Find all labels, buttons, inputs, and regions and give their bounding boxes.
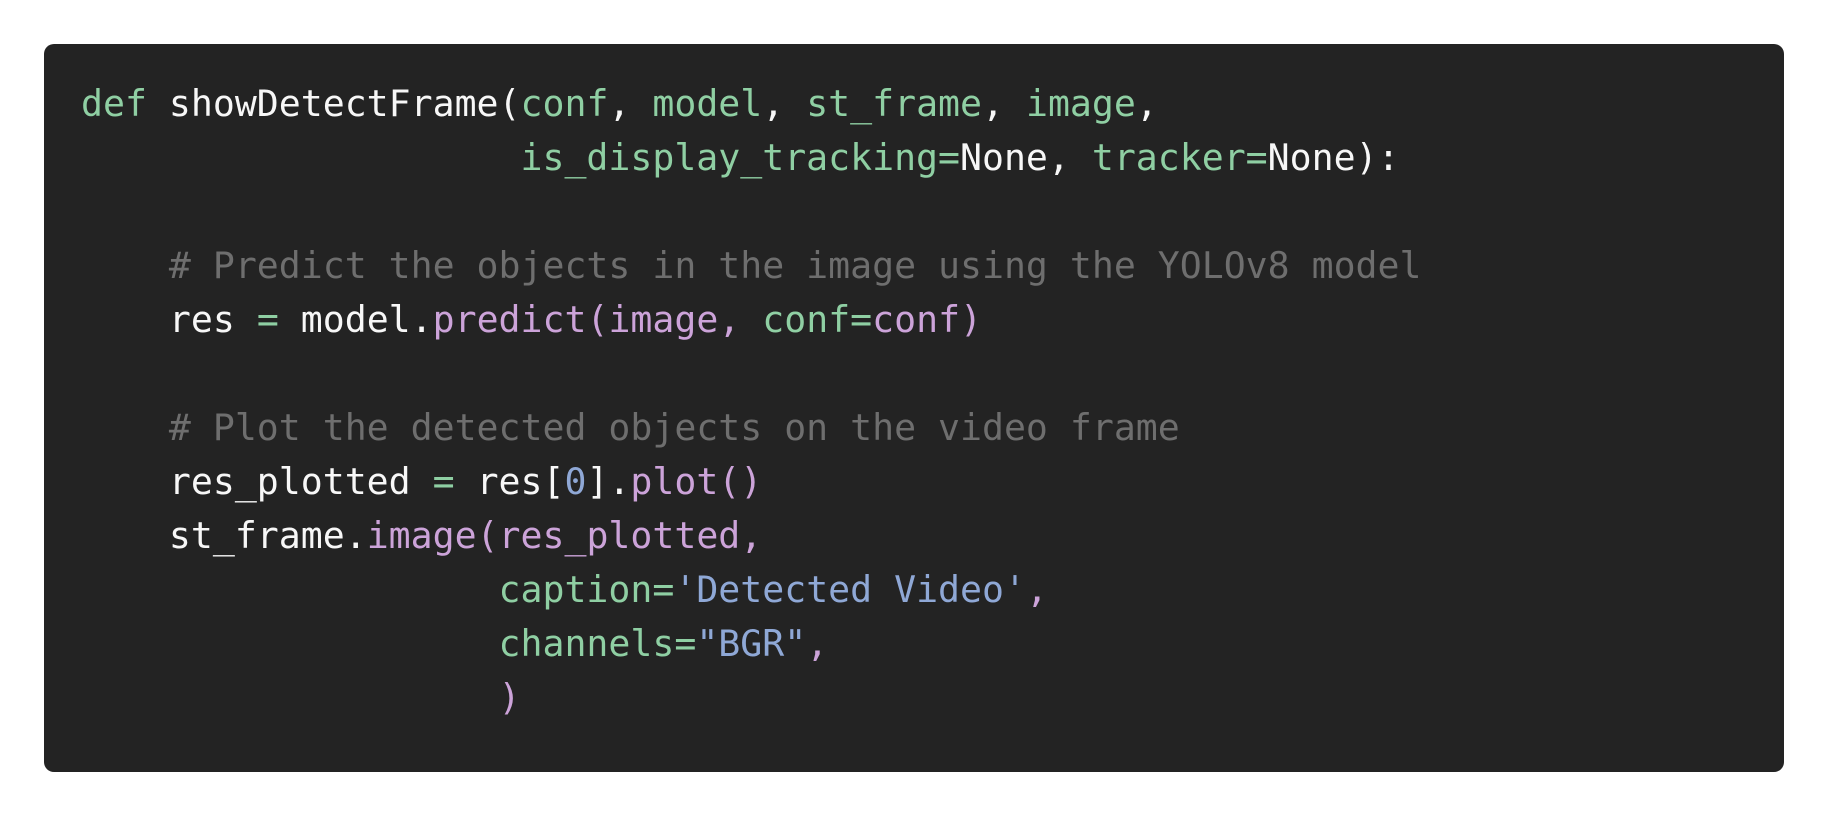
code-token: ,	[608, 82, 653, 125]
code-token: conf=	[762, 298, 873, 341]
code-token: # Plot the detected objects on the video…	[81, 406, 1180, 449]
code-block: def showDetectFrame(conf, model, st_fram…	[44, 44, 1784, 772]
code-token: None	[1267, 136, 1356, 179]
code-token: tracker=	[1091, 136, 1268, 179]
code-token: ].	[586, 460, 631, 503]
code-token: showDetectFrame(	[146, 82, 521, 125]
code-token: image(	[366, 514, 499, 557]
code-token: ,	[1047, 136, 1092, 179]
code-line: def showDetectFrame(conf, model, st_fram…	[81, 77, 1421, 131]
code-line: res_plotted = res[0].plot()	[81, 455, 1421, 509]
code-token: def	[81, 82, 147, 125]
code-content: def showDetectFrame(conf, model, st_fram…	[81, 77, 1421, 725]
code-token: image	[1025, 82, 1136, 125]
code-line: # Plot the detected objects on the video…	[81, 401, 1421, 455]
code-token: ,	[718, 298, 763, 341]
code-token: =	[256, 298, 279, 341]
code-token: plot()	[630, 460, 763, 503]
code-token: ,	[806, 622, 829, 665]
code-token: res_plotted,	[498, 514, 763, 557]
code-token: =	[432, 460, 455, 503]
code-token: ,	[1135, 82, 1158, 125]
code-token: channels=	[498, 622, 697, 665]
code-token: res[	[454, 460, 565, 503]
code-line: res = model.predict(image, conf=conf)	[81, 293, 1421, 347]
code-token: st_frame.	[81, 514, 367, 557]
code-token: predict(	[432, 298, 609, 341]
code-token: 0	[564, 460, 587, 503]
code-token: image	[608, 298, 719, 341]
code-line: # Predict the objects in the image using…	[81, 239, 1422, 293]
code-token: model	[652, 82, 763, 125]
code-token: # Predict the objects in the image using…	[81, 244, 1422, 287]
code-line: st_frame.image(res_plotted,	[81, 509, 1421, 563]
code-token: "BGR"	[696, 622, 807, 665]
code-token: caption=	[498, 568, 675, 611]
code-token: model.	[278, 298, 433, 341]
code-token: conf)	[872, 298, 983, 341]
code-token: ,	[1025, 568, 1048, 611]
code-line: channels="BGR",	[81, 617, 1421, 671]
code-token: ):	[1355, 136, 1400, 179]
code-token: )	[498, 676, 521, 719]
code-token: is_display_tracking=	[520, 136, 961, 179]
code-token: st_frame	[806, 82, 983, 125]
code-line: )	[81, 671, 1421, 725]
code-token: None	[960, 136, 1048, 179]
code-token: res	[81, 298, 257, 341]
code-token: 'Detected Video'	[674, 568, 1026, 611]
code-token: ,	[982, 82, 1026, 125]
code-token: conf	[520, 82, 609, 125]
code-line: caption='Detected Video',	[81, 563, 1421, 617]
code-line: is_display_tracking=None, tracker=None):	[81, 131, 1421, 185]
code-token: ,	[762, 82, 807, 125]
code-token: res_plotted	[81, 460, 433, 503]
